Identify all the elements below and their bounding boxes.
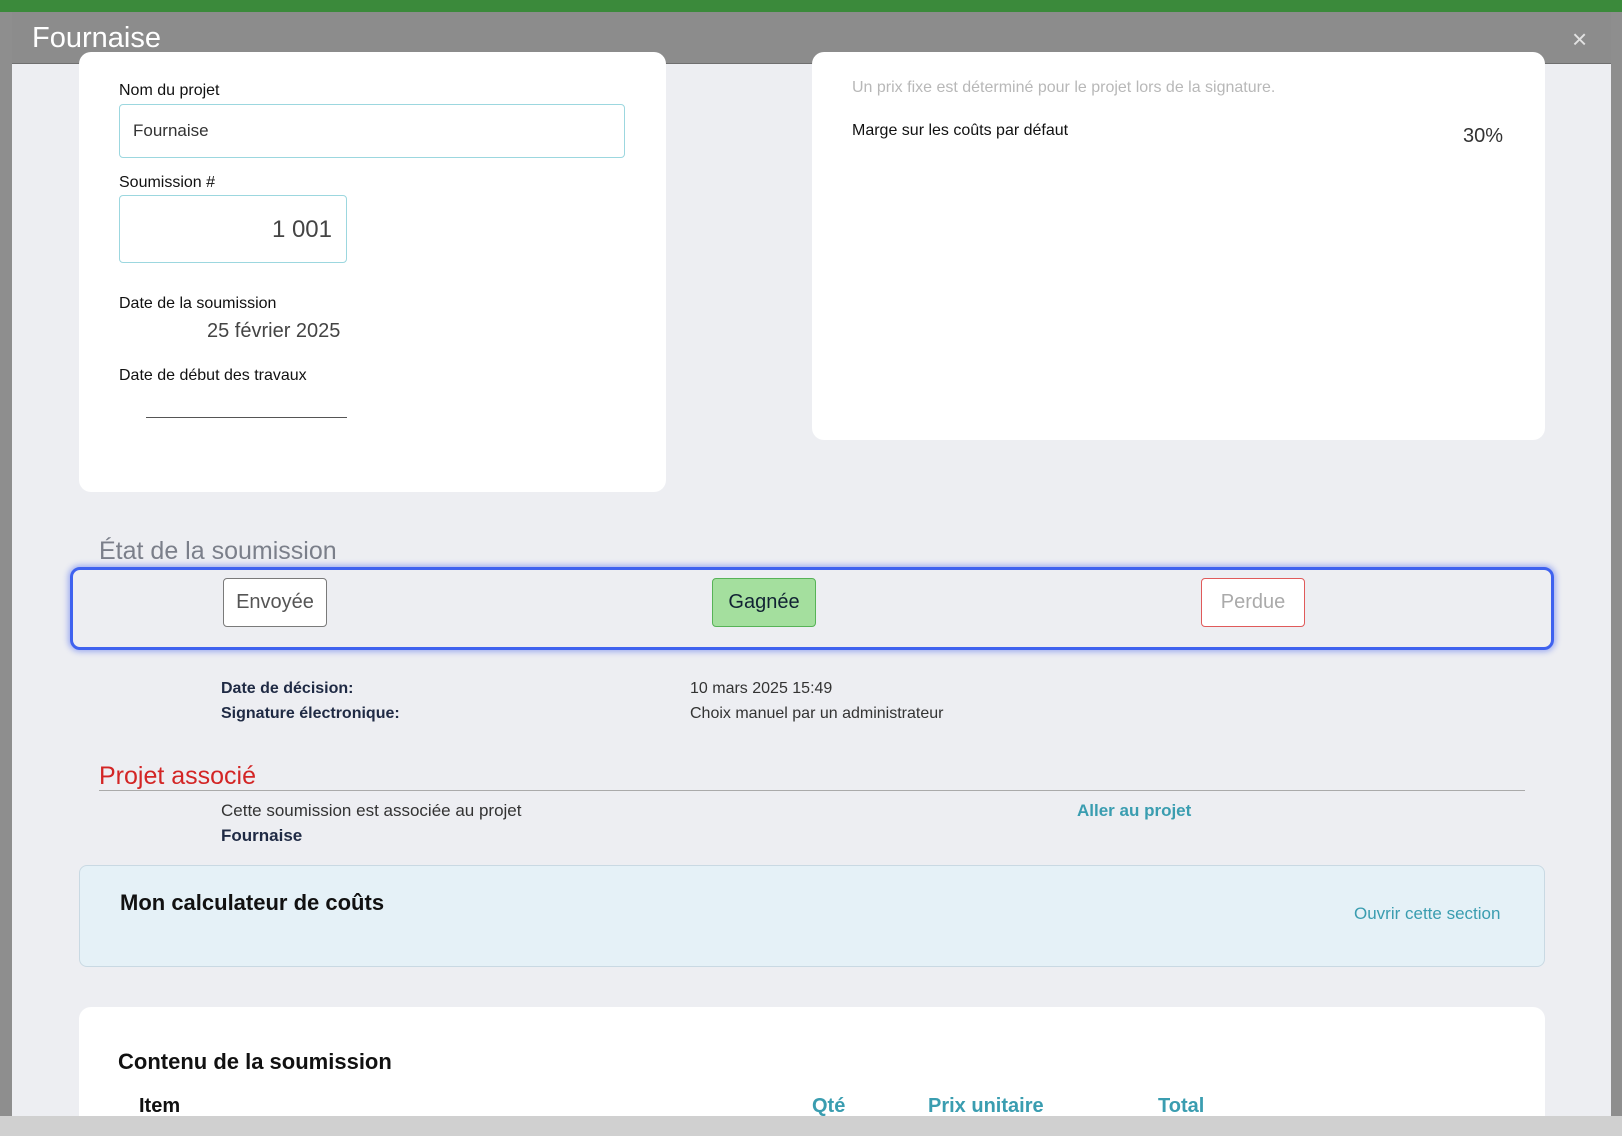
start-date-label: Date de début des travaux [119, 367, 307, 384]
project-name-value: Fournaise [133, 121, 209, 140]
background-page-right-edge [1611, 12, 1622, 1136]
status-sent-button[interactable]: Envoyée [223, 578, 327, 627]
close-icon[interactable]: × [1572, 26, 1587, 52]
decision-date-value: 10 mars 2025 15:49 [690, 680, 833, 697]
associated-project-title: Projet associé [99, 762, 257, 790]
status-lost-button[interactable]: Perdue [1201, 578, 1305, 627]
associated-project-description: Cette soumission est associée au projet [221, 801, 522, 820]
open-section-link[interactable]: Ouvrir cette section [1354, 904, 1500, 924]
quote-content-title: Contenu de la soumission [118, 1049, 392, 1074]
start-date-input[interactable] [146, 392, 347, 418]
quote-content-card: Contenu de la soumission Item Qté Prix u… [79, 1007, 1545, 1116]
associated-project-name: Fournaise [221, 826, 303, 845]
horizontal-scrollbar[interactable] [0, 1116, 1622, 1136]
esignature-value: Choix manuel par un administrateur [690, 705, 944, 722]
background-page-left-edge [0, 12, 12, 1136]
quote-number-label: Soumission # [119, 174, 216, 191]
column-header-unit-price: Prix unitaire [928, 1095, 1044, 1116]
column-header-total: Total [1158, 1095, 1205, 1116]
go-to-project-link[interactable]: Aller au projet [1077, 801, 1191, 821]
fixed-price-note: Un prix fixe est déterminé pour le proje… [852, 79, 1276, 96]
quote-status-selector: Envoyée Gagnée Perdue [70, 567, 1554, 650]
pricing-card: Un prix fixe est déterminé pour le proje… [812, 52, 1545, 440]
project-name-label: Nom du projet [119, 82, 220, 99]
default-margin-value[interactable]: 30% [1463, 125, 1503, 148]
quote-number-input[interactable]: 1 001 [119, 195, 347, 263]
associated-project-divider [99, 790, 1525, 791]
quote-number-value: 1 001 [271, 216, 332, 243]
project-info-card: Nom du projet Fournaise Soumission # 1 0… [79, 52, 666, 492]
quote-date-label: Date de la soumission [119, 295, 277, 312]
project-modal: Fournaise × Nom du projet Fournaise Soum… [12, 12, 1611, 1116]
quote-date-value[interactable]: 25 février 2025 [207, 320, 340, 343]
decision-date-label: Date de décision: [221, 680, 354, 697]
esignature-label: Signature électronique: [221, 705, 400, 722]
default-margin-label: Marge sur les coûts par défaut [852, 122, 1069, 139]
quote-status-title: État de la soumission [99, 537, 337, 565]
cost-calculator-panel: Mon calculateur de coûts Ouvrir cette se… [79, 865, 1545, 967]
modal-title: Fournaise [32, 22, 161, 54]
status-won-button[interactable]: Gagnée [712, 578, 816, 627]
column-header-quantity: Qté [812, 1095, 846, 1116]
background-page-topbar [0, 0, 1622, 12]
cost-calculator-title: Mon calculateur de coûts [120, 890, 385, 915]
project-name-input[interactable]: Fournaise [119, 104, 625, 158]
column-header-item: Item [139, 1095, 181, 1116]
